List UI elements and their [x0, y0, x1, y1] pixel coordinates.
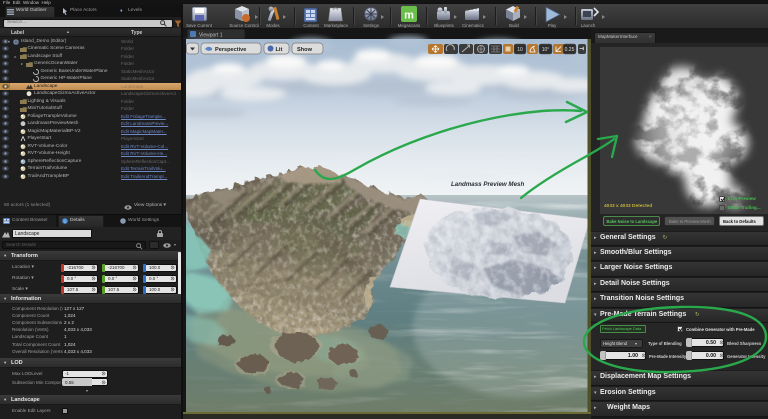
svg-text:Landmass Preview Mesh: Landmass Preview Mesh: [451, 181, 524, 188]
svg-text:Lit: Lit: [276, 47, 283, 53]
svg-text:Perspective: Perspective: [215, 47, 246, 53]
svg-text:10°: 10°: [542, 47, 550, 53]
svg-text:i: i: [65, 219, 66, 224]
svg-text:Show: Show: [297, 47, 313, 53]
svg-text:m: m: [404, 10, 414, 22]
svg-text:Viewport 1: Viewport 1: [199, 33, 223, 39]
svg-text:10: 10: [517, 47, 523, 53]
svg-text:0.25: 0.25: [565, 47, 575, 53]
